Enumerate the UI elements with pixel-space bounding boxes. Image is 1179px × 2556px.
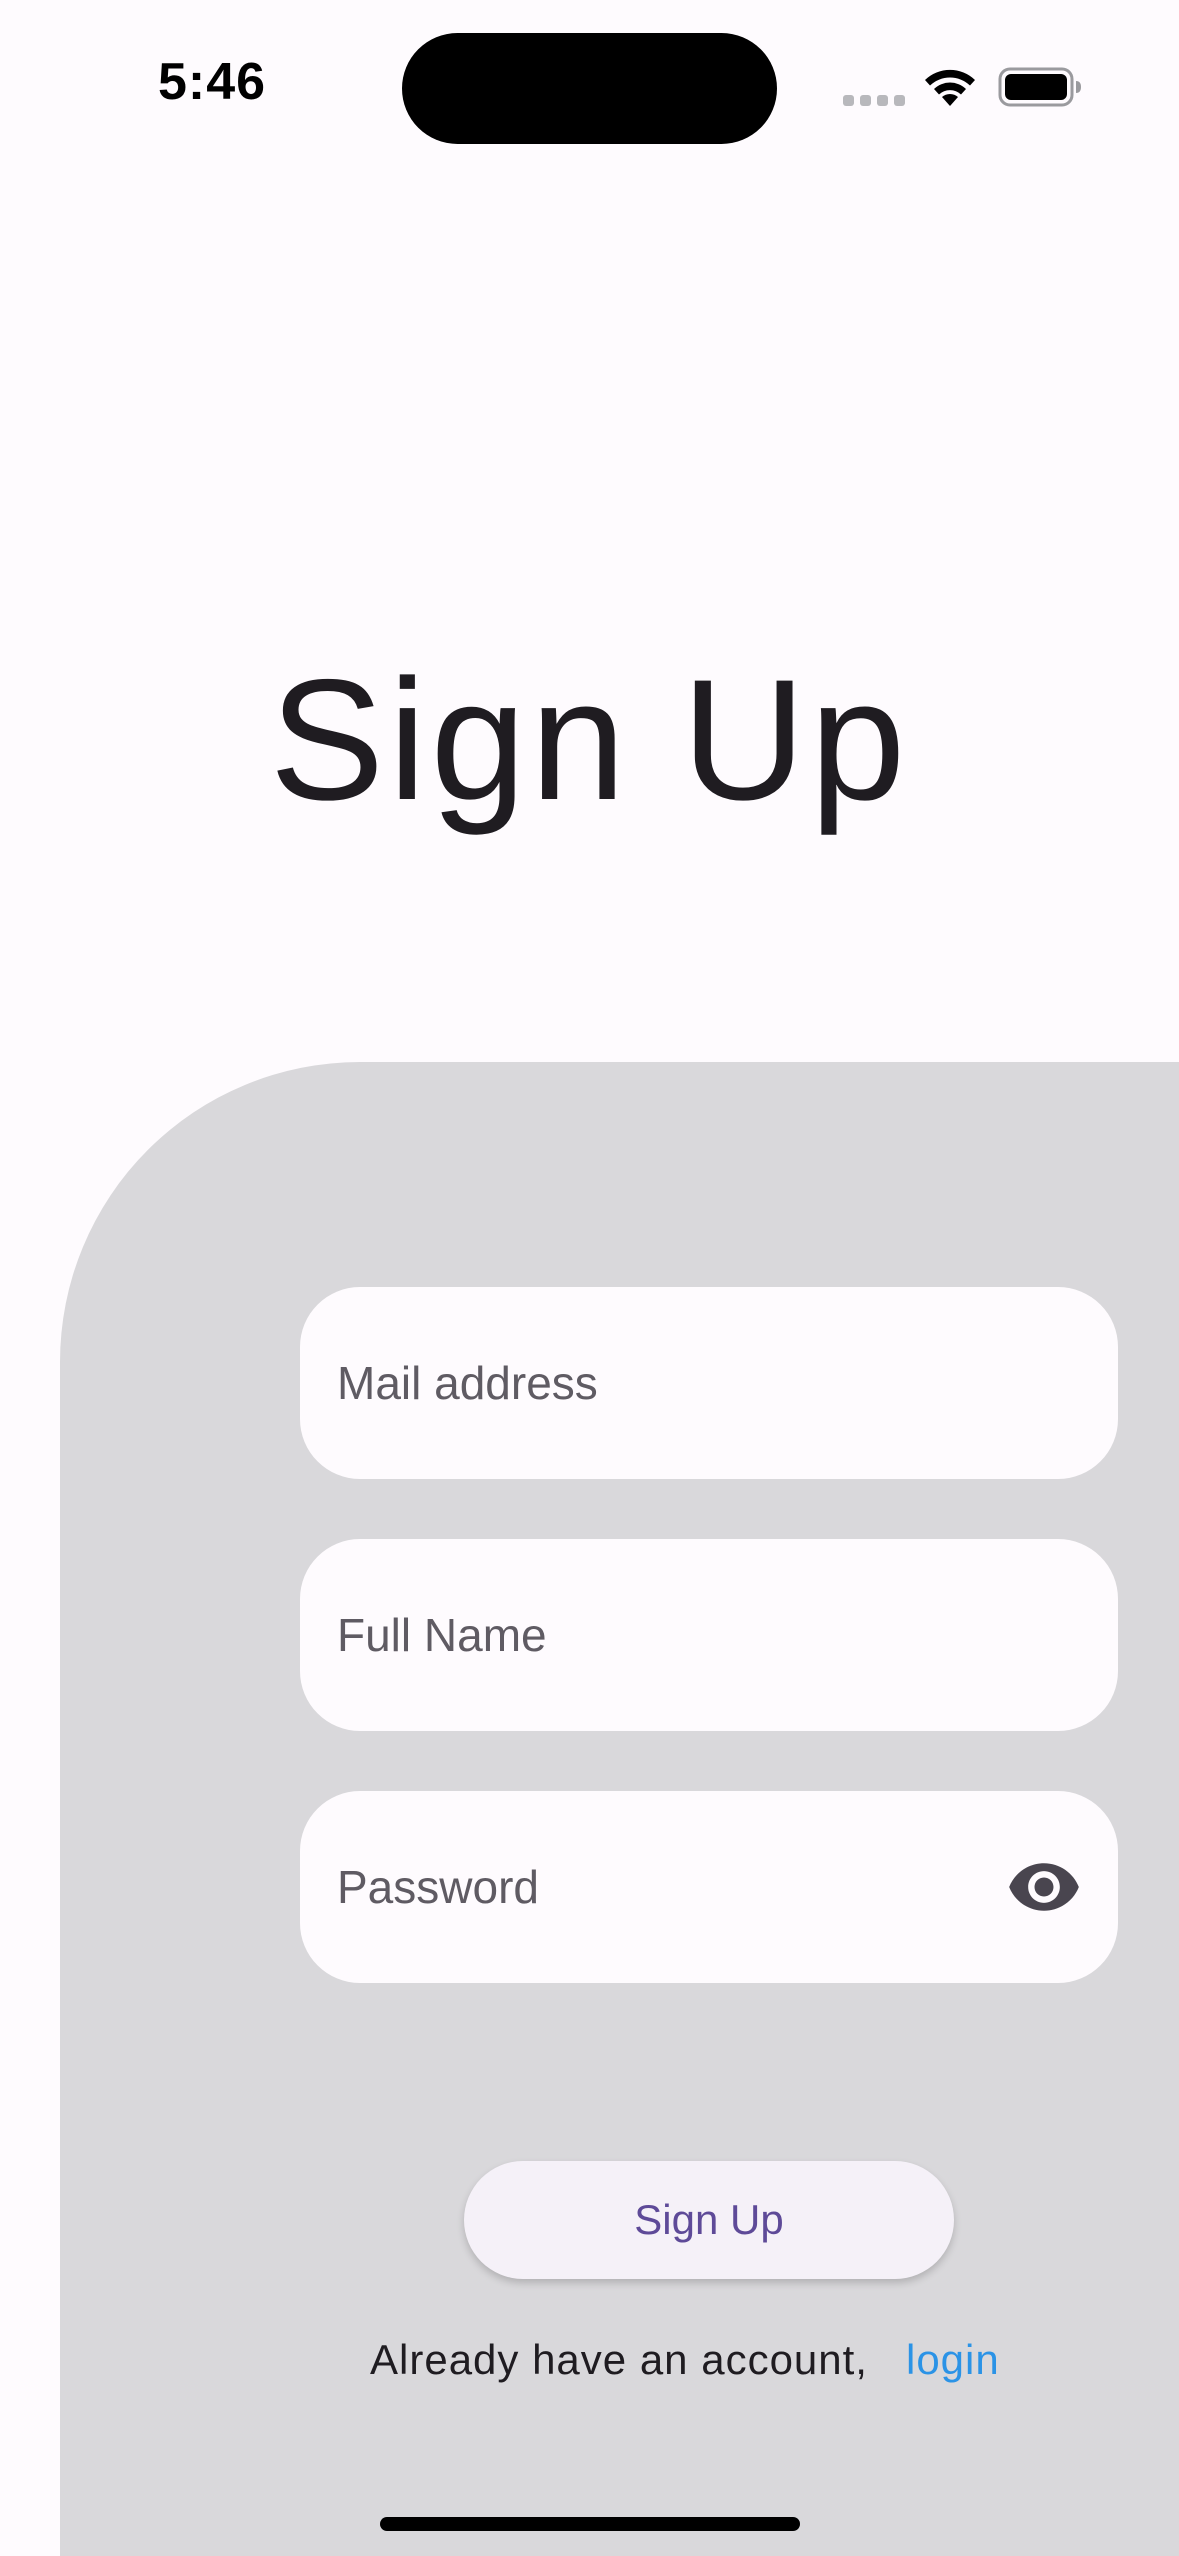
status-time: 5:46 [158,53,267,111]
cellular-signal-icon [843,95,905,106]
sign-up-button[interactable]: Sign Up [464,2161,954,2279]
login-prompt-text: Already have an account, [370,2336,868,2383]
home-indicator [380,2517,800,2531]
password-field[interactable] [300,1791,1118,1983]
password-input[interactable] [337,1791,1037,1983]
eye-icon[interactable] [1006,1849,1082,1925]
login-link[interactable]: login [906,2336,1000,2383]
wifi-icon [925,69,975,106]
battery-icon [998,67,1081,107]
full-name-field[interactable] [300,1539,1118,1731]
email-field[interactable] [300,1287,1118,1479]
full-name-input[interactable] [337,1539,1037,1731]
dynamic-island [402,33,777,144]
login-prompt-row: Already have an account, login [370,2336,1000,2384]
email-input[interactable] [337,1287,1037,1479]
page-title: Sign Up [269,644,910,836]
sign-up-screen: 5:46 Sign Up Sign Up Already have an acc… [0,0,1179,2556]
